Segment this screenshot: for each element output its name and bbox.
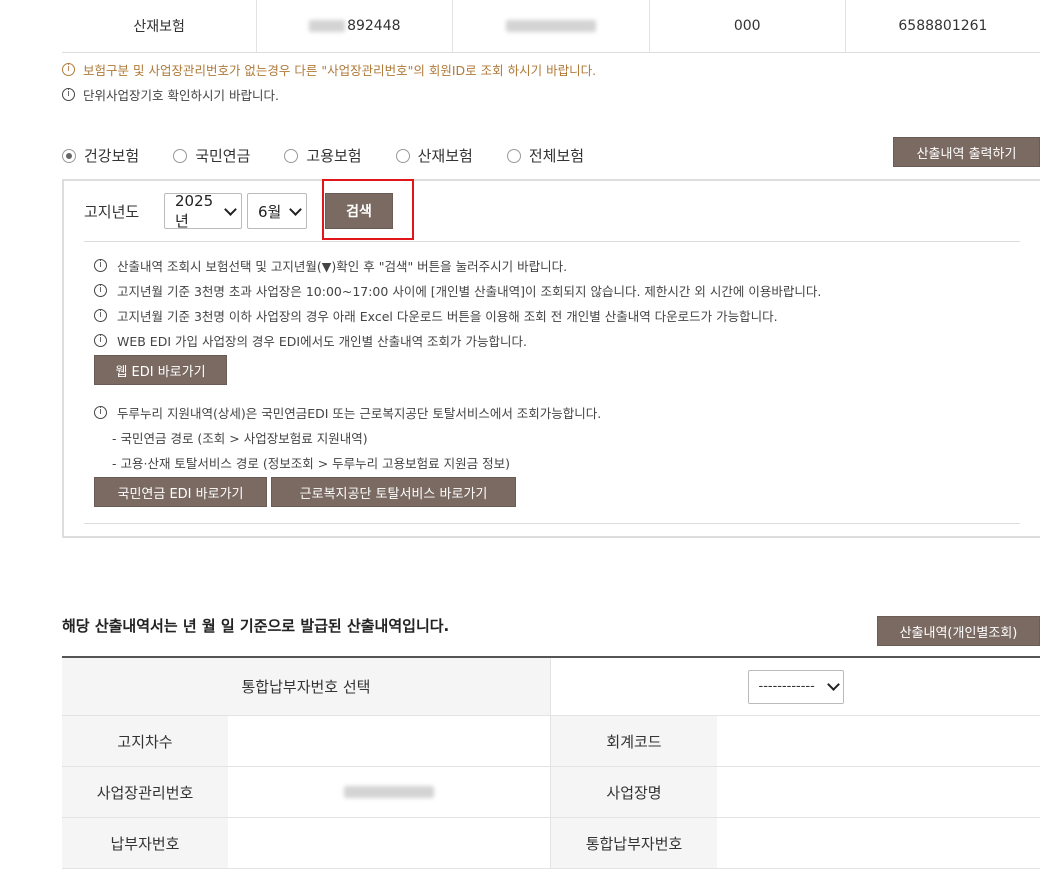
info-icon: i (94, 309, 107, 322)
warning-note: i 보험구분 및 사업장관리번호가 없는경우 다른 "사업장관리번호"의 회원I… (62, 60, 596, 79)
col4-cell: 000 (650, 0, 846, 52)
panel-note-text: 산출내역 조회시 보험선택 및 고지년월(▼)확인 후 "검색" 버튼을 눌러주… (117, 259, 568, 274)
table-row: 사업장관리번호 사업장명 (62, 767, 1040, 818)
warning-note-text: 보험구분 및 사업장관리번호가 없는경우 다른 "사업장관리번호"의 회원ID로… (83, 63, 597, 78)
radio-label: 건강보험 (84, 147, 140, 165)
payer-no-value (228, 818, 551, 868)
radio-button[interactable] (173, 148, 188, 163)
payer-select-value: ------------ (758, 679, 815, 694)
table-row: 통합납부자번호 선택 ------------ (62, 658, 1040, 716)
masked-value (344, 786, 434, 798)
radio-all[interactable]: 전체보험 (506, 145, 585, 166)
insurance-row: 산재보험 892448 000 6588801261 (62, 0, 1040, 53)
notice-round-header: 고지차수 (62, 716, 228, 766)
panel-note-text: 고지년월 기준 3천명 이하 사업장의 경우 아래 Excel 다운로드 버튼을… (117, 309, 778, 324)
info-note: i 단위사업장기호 확인하시기 바랍니다. (62, 85, 279, 104)
payer-no-header: 납부자번호 (62, 818, 228, 868)
biz-name-header: 사업장명 (551, 767, 717, 817)
col5-cell: 6588801261 (898, 18, 988, 34)
radio-employment[interactable]: 고용보험 (284, 145, 362, 166)
panel-note-2: i 고지년월 기준 3천명 초과 사업장은 10:00~17:00 사이에 [개… (94, 281, 821, 300)
col3-cell (453, 0, 650, 52)
radio-label: 국민연금 (195, 147, 251, 165)
radio-label: 산재보험 (417, 147, 473, 165)
radio-button[interactable] (62, 148, 76, 163)
panel-note-1: i 산출내역 조회시 보험선택 및 고지년월(▼)확인 후 "검색" 버튼을 눌… (94, 256, 567, 275)
info-note-text: 단위사업장기호 확인하시기 바랍니다. (83, 88, 279, 103)
insurance-radio-group: 건강보험 국민연금 고용보험 산재보험 전체보험 (62, 145, 618, 166)
chevron-down-icon (289, 202, 302, 216)
payer-select-cell: ------------ (551, 658, 1040, 715)
radio-health[interactable]: 건강보험 (62, 145, 139, 166)
radio-pension[interactable]: 국민연금 (173, 145, 250, 166)
radio-button[interactable] (395, 148, 410, 163)
insurance-type-cell: 산재보험 (62, 0, 258, 52)
divider (84, 523, 1020, 524)
duru-note-text: 두루누리 지원내역(상세)은 국민연금EDI 또는 근로복지공단 토탈서비스에서… (117, 406, 602, 421)
chevron-down-icon (224, 202, 237, 216)
biz-name-value (717, 767, 1040, 817)
table-row: 납부자번호 통합납부자번호 (62, 818, 1040, 869)
chevron-down-icon (826, 678, 840, 691)
notice-year-label: 고지년도 (84, 203, 140, 221)
radio-label: 고용보험 (306, 147, 362, 165)
mgmt-no-cell: 892448 (257, 0, 454, 52)
detail-table: 통합납부자번호 선택 ------------ 고지차수 회계코드 사업장관리번… (62, 656, 1040, 869)
radio-industrial[interactable]: 산재보험 (395, 145, 473, 166)
notice-round-value (228, 716, 551, 766)
divider (84, 241, 1020, 242)
info-icon: i (94, 334, 107, 347)
month-select[interactable]: 6월 (247, 193, 307, 229)
biz-mgmt-no-value (228, 767, 551, 817)
year-select[interactable]: 2025년 (164, 191, 242, 230)
individual-breakdown-button[interactable]: 산출내역(개인별조회) (877, 616, 1040, 646)
info-icon: i (62, 88, 75, 101)
panel-note-text: WEB EDI 가입 사업장의 경우 EDI에서도 개인별 산출내역 조회가 가… (117, 334, 527, 349)
info-icon: i (94, 259, 107, 272)
combined-payer-no-header: 통합납부자번호 (551, 818, 717, 868)
account-code-header: 회계코드 (551, 716, 717, 766)
pension-edi-button[interactable]: 국민연금 EDI 바로가기 (94, 477, 267, 507)
info-icon: i (94, 406, 107, 419)
search-button[interactable]: 검색 (325, 193, 393, 229)
info-icon: i (94, 284, 107, 297)
account-code-value (717, 716, 1040, 766)
radio-label: 전체보험 (528, 147, 585, 165)
year-select-value: 2025년 (175, 191, 214, 230)
month-select-value: 6월 (258, 202, 282, 221)
info-icon: i (62, 63, 75, 76)
panel-note-3: i 고지년월 기준 3천명 이하 사업장의 경우 아래 Excel 다운로드 버… (94, 306, 778, 325)
duru-note: i 두루누리 지원내역(상세)은 국민연금EDI 또는 근로복지공단 토탈서비스… (94, 403, 601, 422)
payer-select[interactable]: ------------ (747, 669, 844, 704)
payer-select-header: 통합납부자번호 선택 (62, 658, 551, 715)
masked-value (506, 20, 596, 32)
radio-button[interactable] (284, 148, 299, 163)
duru-sub-note-2: - 고용·산재 토탈서비스 경로 (정보조회 > 두루누리 고용보험료 지원금 … (112, 456, 510, 471)
total-service-button[interactable]: 근로복지공단 토탈서비스 바로가기 (271, 477, 516, 507)
masked-value (309, 20, 346, 32)
biz-mgmt-no-header: 사업장관리번호 (62, 767, 228, 817)
web-edi-button[interactable]: 웹 EDI 바로가기 (94, 355, 227, 385)
print-breakdown-button[interactable]: 산출내역 출력하기 (893, 137, 1040, 167)
mgmt-no-text: 892448 (347, 18, 401, 34)
combined-payer-no-value (717, 818, 1040, 868)
duru-sub-note-1: - 국민연금 경로 (조회 > 사업장보험료 지원내역) (112, 431, 368, 446)
panel-note-text: 고지년월 기준 3천명 초과 사업장은 10:00~17:00 사이에 [개인별… (117, 284, 822, 299)
table-row: 고지차수 회계코드 (62, 716, 1040, 767)
section-title: 해당 산출내역서는 년 월 일 기준으로 발급된 산출내역입니다. (62, 617, 450, 635)
radio-button[interactable] (506, 148, 521, 163)
panel-note-4: i WEB EDI 가입 사업장의 경우 EDI에서도 개인별 산출내역 조회가… (94, 331, 527, 350)
